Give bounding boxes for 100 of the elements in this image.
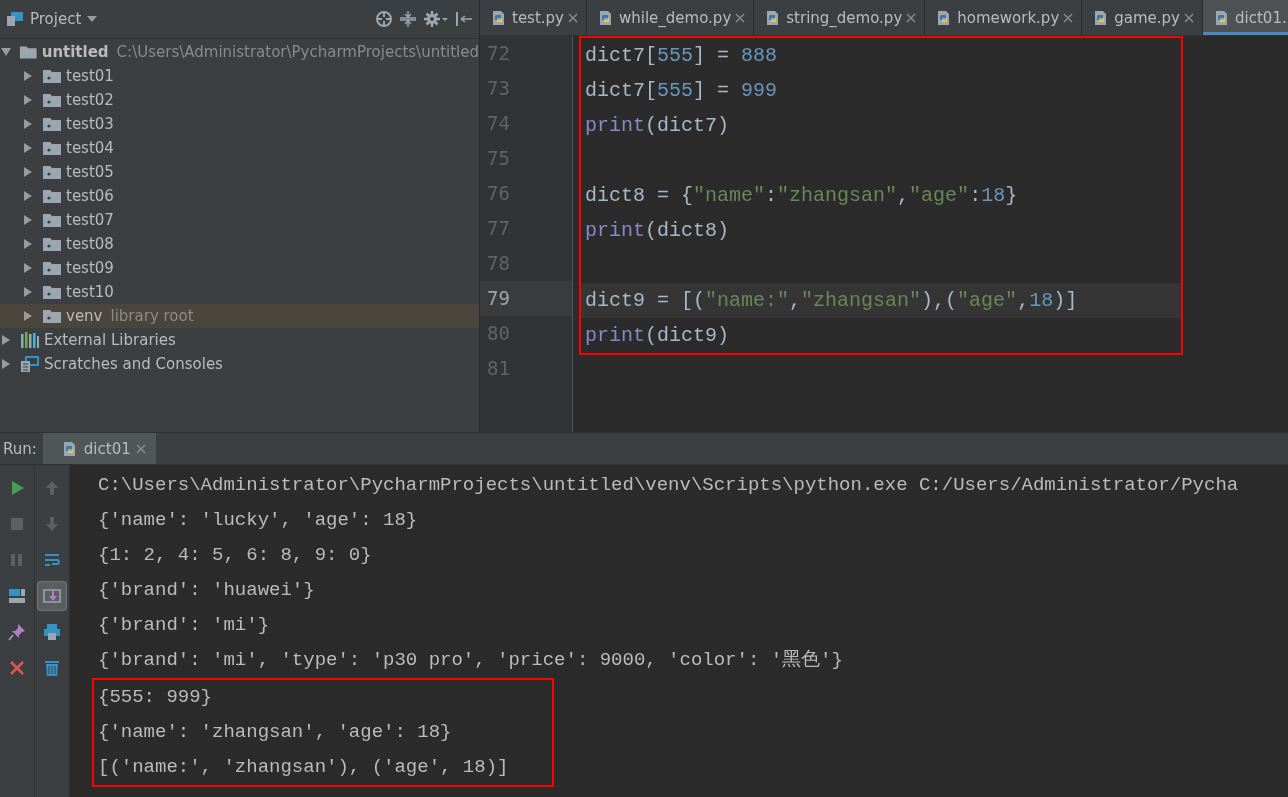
tree-item-label: test10 (66, 283, 114, 301)
tree-item[interactable]: test06 (0, 184, 479, 208)
collapsed-arrow-icon[interactable] (23, 71, 33, 81)
tree-item-label: untitled (41, 43, 109, 61)
folder-icon (42, 164, 62, 180)
tree-item-label: test06 (66, 187, 114, 205)
tree-item-detail: library root (110, 307, 194, 325)
scroll-to-end-icon (43, 587, 61, 605)
tree-item[interactable]: test10 (0, 280, 479, 304)
tree-item-label: test02 (66, 91, 114, 109)
folder-icon (42, 236, 62, 252)
folder-icon (42, 116, 62, 132)
run-label: Run: (2, 439, 38, 458)
tree-item-label: test07 (66, 211, 114, 229)
run-tab[interactable]: dict01 (42, 433, 156, 464)
collapse-all-icon[interactable] (399, 10, 417, 28)
down-arrow-icon (43, 515, 61, 533)
tree-item-label: test05 (66, 163, 114, 181)
tree-item[interactable]: test07 (0, 208, 479, 232)
tree-item-label: Scratches and Consoles (44, 355, 223, 373)
close-icon (8, 659, 26, 677)
locate-icon[interactable] (375, 10, 393, 28)
code-line: dict7[555] = 999 (584, 78, 779, 104)
console-output-line: {'name': 'zhangsan', 'age': 18} (98, 720, 453, 745)
file-tab[interactable]: while_demo.py (587, 0, 755, 35)
collapsed-arrow-icon[interactable] (23, 311, 33, 321)
tree-item-label: test01 (66, 67, 114, 85)
tree-item-detail: C:\Users\Administrator\PycharmProjects\untitled (116, 43, 479, 61)
tree-item-label: test04 (66, 139, 114, 157)
tree-item-label: test03 (66, 115, 114, 133)
folder-icon (42, 212, 62, 228)
expanded-arrow-icon[interactable] (0, 47, 11, 57)
console-output-line: {1: 2, 4: 5, 6: 8, 9: 0} (98, 543, 373, 568)
code-line: print(dict7) (584, 113, 731, 139)
folder-icon (42, 68, 62, 84)
tree-item[interactable]: venv library root (0, 304, 479, 328)
console-output-line: {'brand': 'mi'} (98, 613, 271, 638)
close-icon[interactable] (135, 443, 146, 454)
toolbar-button[interactable] (37, 581, 67, 611)
collapsed-arrow-icon[interactable] (23, 191, 33, 201)
tree-item-label: External Libraries (44, 331, 176, 349)
tree-item[interactable]: test02 (0, 88, 479, 112)
line-number: 79 (480, 281, 572, 316)
hide-panel-icon[interactable] (455, 10, 473, 28)
console-output-line: {555: 999} (98, 685, 214, 710)
collapsed-arrow-icon[interactable] (1, 335, 11, 345)
collapsed-arrow-icon[interactable] (23, 215, 33, 225)
tree-item-label: test08 (66, 235, 114, 253)
tree-item-label: test09 (66, 259, 114, 277)
close-icon[interactable] (1063, 12, 1074, 23)
tree-item[interactable]: test08 (0, 232, 479, 256)
file-tab[interactable]: homework.py (925, 0, 1083, 35)
collapsed-arrow-icon[interactable] (23, 239, 33, 249)
file-tab[interactable]: string_demo.py (754, 0, 926, 35)
file-tab[interactable]: dict01. (1203, 0, 1288, 35)
code-line: dict8 = {"name":"zhangsan","age":18} (584, 183, 1019, 209)
tree-item[interactable]: test01 (0, 64, 479, 88)
library-icon (20, 331, 40, 349)
tree-item[interactable]: test09 (0, 256, 479, 280)
folder-icon (42, 284, 62, 300)
trash-icon (43, 659, 61, 677)
settings-icon[interactable] (423, 10, 449, 28)
console-output-line: {'brand': 'huawei'} (98, 578, 316, 603)
up-arrow-icon (43, 479, 61, 497)
collapsed-arrow-icon[interactable] (23, 287, 33, 297)
print-icon (43, 623, 61, 641)
collapsed-arrow-icon[interactable] (23, 263, 33, 273)
tree-item[interactable]: test03 (0, 112, 479, 136)
file-tab[interactable]: test.py (480, 0, 587, 35)
tree-item[interactable]: test04 (0, 136, 479, 160)
console-output-line: {'name': 'lucky', 'age': 18} (98, 508, 419, 533)
code-line: dict7[555] = 888 (584, 43, 779, 69)
tree-item[interactable]: Scratches and Consoles (0, 352, 479, 376)
folder-icon (19, 44, 38, 60)
collapsed-arrow-icon[interactable] (23, 95, 33, 105)
stop-icon (8, 515, 26, 533)
collapsed-arrow-icon[interactable] (23, 143, 33, 153)
close-icon[interactable] (906, 12, 917, 23)
console-output-line: {'brand': 'mi', 'type': 'p30 pro', 'price': 9000, 'color': '黑色'} (98, 648, 844, 673)
tree-item[interactable]: test05 (0, 160, 479, 184)
console-output-line: C:\Users\Administrator\PycharmProjects\untitled\venv\Scripts\python.exe C:/Users/Administrator/Pycha (98, 473, 1240, 498)
folder-icon (42, 260, 62, 276)
collapsed-arrow-icon[interactable] (23, 167, 33, 177)
collapsed-arrow-icon[interactable] (23, 119, 33, 129)
soft-wrap-icon (43, 551, 61, 569)
console-output-line: [('name:', 'zhangsan'), ('age', 18)] (98, 755, 510, 780)
dropdown-caret-icon[interactable] (87, 16, 98, 22)
pin-icon (8, 623, 26, 641)
tree-item[interactable]: untitled C:\Users\Administrator\PycharmProjects\untitled (0, 40, 479, 64)
console-icon (20, 355, 40, 373)
tree-item[interactable]: External Libraries (0, 328, 479, 352)
close-icon[interactable] (568, 12, 578, 23)
close-icon[interactable] (735, 12, 746, 23)
folder-icon (42, 140, 62, 156)
close-icon[interactable] (1184, 12, 1194, 23)
collapsed-arrow-icon[interactable] (1, 359, 11, 369)
layout-icon (8, 587, 26, 605)
panel-title[interactable]: Project (30, 10, 82, 28)
folder-icon (42, 308, 62, 324)
project-icon (6, 11, 24, 27)
